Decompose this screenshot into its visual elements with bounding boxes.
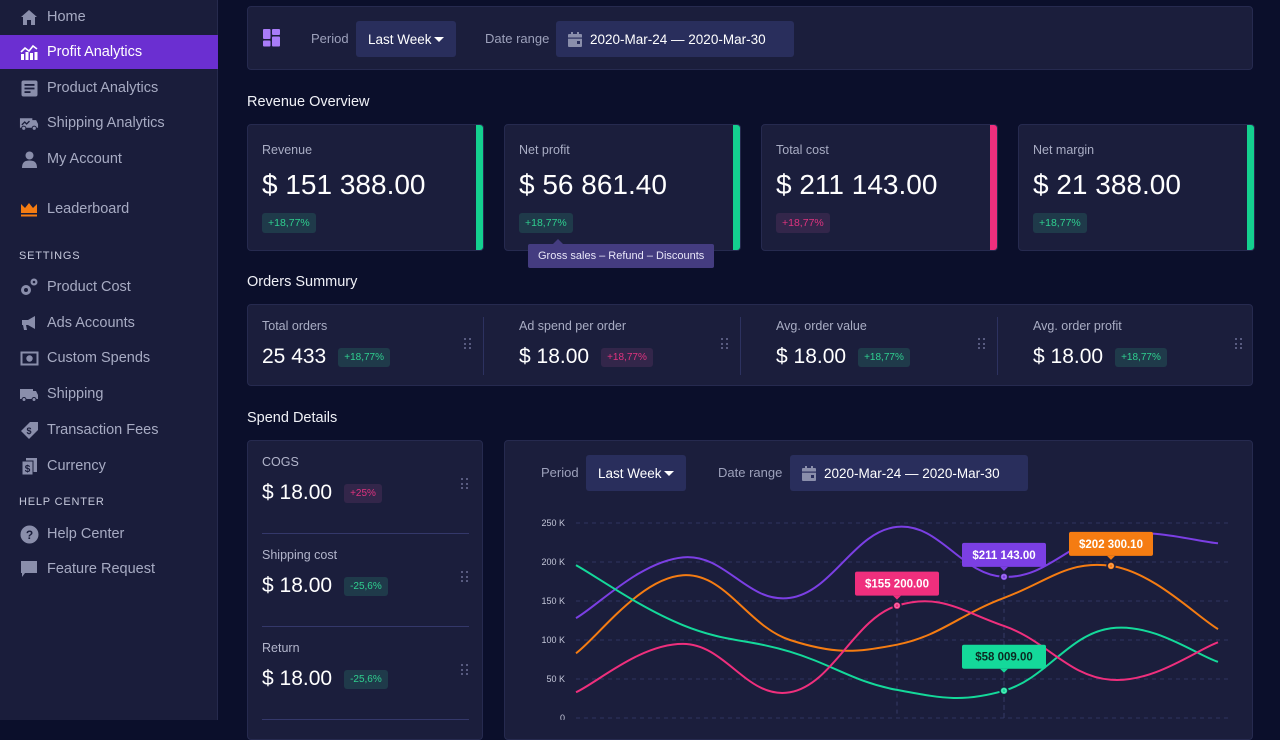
callout-pointer [1107, 555, 1115, 560]
chart-annotations: $155 200.00 $211 143.00 $202 300.10 $58 009… [855, 531, 1153, 696]
y-tick-label: 250 K [541, 518, 565, 528]
callout-label-orange: $202 300.10 [1079, 539, 1143, 551]
callout-label-purple: $211 143.00 [972, 550, 1035, 562]
y-tick-label: 50 K [546, 674, 565, 684]
data-point-pink[interactable] [892, 600, 902, 611]
callout-label-pink: $155 200.00 [865, 579, 929, 591]
y-axis: 0 50 K 100 K 150 K 200 K 250 K [541, 518, 565, 720]
data-point-orange[interactable] [1106, 561, 1116, 571]
callout-label-green: $58 009.00 [975, 652, 1033, 664]
y-tick-label: 100 K [541, 635, 565, 645]
y-tick-label: 200 K [541, 557, 565, 567]
callout-pointer [893, 595, 901, 600]
callout-pointer [1000, 668, 1008, 673]
callout-pointer [1000, 566, 1008, 571]
y-tick-label: 150 K [541, 596, 565, 606]
data-point-purple[interactable] [999, 572, 1009, 582]
data-point-green[interactable] [999, 685, 1009, 696]
y-tick-label: 0 [560, 713, 565, 720]
spend-line-chart: 0 50 K 100 K 150 K 200 K 250 K $155 200.00 $21… [541, 518, 1230, 720]
